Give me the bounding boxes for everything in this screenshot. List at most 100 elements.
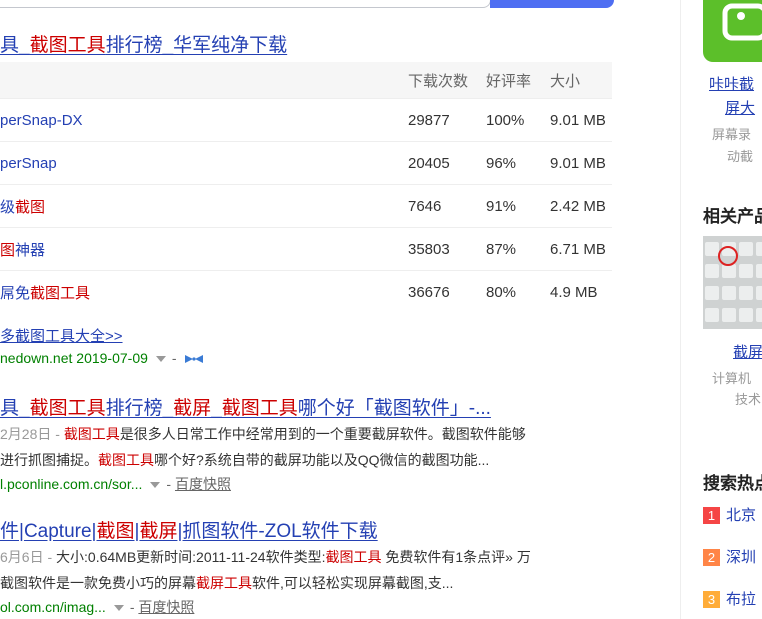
text-segment: 2月28日 -: [0, 426, 64, 442]
search-box-edge[interactable]: [0, 0, 491, 8]
highlighted-keyword: 图: [0, 241, 16, 259]
text-segment: 大小:0.64MB更新时间:2011-11-24软件类型:: [56, 549, 326, 565]
hot-search-item[interactable]: 2 深圳: [703, 546, 756, 567]
text-segment: 神器: [15, 241, 46, 259]
download-table: 下载次数 好评率 大小 perSnap-DX 29877 100% 9.01 MB pe…: [0, 62, 612, 313]
text-segment: Capture: [23, 521, 92, 542]
highlighted-keyword: 截图工具: [221, 398, 298, 419]
highlighted-keyword: 截图工具: [98, 452, 154, 468]
download-count: 35803: [408, 227, 486, 271]
hot-search-item[interactable]: 3 布拉: [703, 588, 756, 609]
hot-search-text: 北京: [726, 507, 757, 524]
text-segment: 软件,可以轻松实现屏幕截图,支...: [252, 575, 454, 591]
highlighted-keyword: 截图: [96, 521, 135, 542]
software-name-link[interactable]: 屌免截图工具: [0, 270, 408, 313]
software-name-link[interactable]: perSnap: [0, 141, 408, 185]
text-segment: 截图软件是一款免费小巧的屏幕: [0, 575, 196, 591]
result-3-url[interactable]: ol.com.cn/imag...: [0, 599, 106, 615]
text-segment: 件|: [0, 521, 24, 542]
kaka-app-icon[interactable]: [703, 0, 762, 62]
more-tools-link[interactable]: 多截图工具大全>>: [0, 325, 123, 346]
search-button[interactable]: [490, 0, 614, 8]
file-size: 4.9 MB: [550, 270, 612, 313]
result-2-title[interactable]: 具_截图工具排行榜_截屏_截图工具哪个好「截图软件」-...: [0, 393, 491, 420]
text-segment: 哪个好「截图软件」-...: [297, 398, 491, 419]
result-2-url[interactable]: l.pconline.com.cn/sor...: [0, 476, 142, 492]
result-2-abstract-line-2: 进行抓图捕捉。截图工具哪个好?系统自带的截屏功能以及QQ微信的截图功能...: [0, 450, 489, 470]
table-header-name: [0, 62, 408, 99]
result-1-source: nedown.net 2019-07-09 -: [0, 350, 204, 366]
sidebar-card-2-desc-2: 技术: [735, 392, 762, 407]
rating-value: 87%: [486, 227, 550, 271]
text-segment: perSnap-DX: [0, 111, 83, 129]
file-size: 6.71 MB: [550, 227, 612, 271]
table-row: 屌免截图工具 36676 80% 4.9 MB: [0, 270, 612, 313]
text-segment: 免费软件有1条点评» 万: [381, 549, 531, 565]
dropdown-arrow-icon[interactable]: [155, 355, 166, 362]
table-header-rating: 好评率: [486, 62, 550, 99]
software-name-link[interactable]: perSnap-DX: [0, 98, 408, 142]
sidebar-card-2-title[interactable]: 截屏: [733, 341, 762, 362]
hot-search-item[interactable]: 1 北京: [703, 504, 756, 525]
sidebar-card-1-desc-1: 屏幕录: [712, 127, 752, 142]
rating-value: 80%: [486, 270, 550, 313]
dropdown-arrow-icon[interactable]: [113, 604, 124, 611]
keyboard-thumbnail[interactable]: [703, 236, 762, 329]
snapshot-link[interactable]: 百度快照: [138, 599, 194, 615]
dropdown-arrow-icon[interactable]: [150, 481, 161, 488]
result-1-title[interactable]: 具_截图工具排行榜_华军纯净下载: [0, 30, 287, 57]
text-segment: perSnap: [0, 154, 57, 172]
download-count: 36676: [408, 270, 486, 313]
table-header-downloads: 下载次数: [408, 62, 486, 99]
highlighted-keyword: 截屏工具: [196, 575, 252, 591]
highlighted-keyword: 截图: [15, 198, 46, 216]
table-row: perSnap 20405 96% 9.01 MB: [0, 141, 612, 185]
rating-value: 91%: [486, 184, 550, 228]
highlighted-keyword: 截屏: [173, 398, 212, 419]
sidebar-card-1-title-1[interactable]: 咔咔截: [709, 73, 754, 94]
highlighted-keyword: 截图工具: [30, 284, 91, 302]
result-1-url[interactable]: nedown.net 2019-07-09: [0, 350, 148, 366]
text-segment: 排行榜_: [105, 398, 174, 419]
hot-search-text: 深圳: [726, 549, 757, 566]
rank-badge: 3: [703, 591, 720, 608]
snapshot-link[interactable]: 百度快照: [175, 476, 231, 492]
result-2-abstract-line-1: 2月28日 - 截图工具是很多人日常工作中经常用到的一个重要截屏软件。截图软件能…: [0, 424, 526, 444]
result-3-source: ol.com.cn/imag... - 百度快照: [0, 597, 194, 617]
text-segment: 是很多人日常工作中经常用到的一个重要截屏软件。截图软件能够: [119, 426, 526, 442]
text-segment: 哪个好?系统自带的截屏功能以及QQ微信的截图功能...: [154, 452, 490, 468]
download-count: 7646: [408, 184, 486, 228]
software-name-link[interactable]: 级截图: [0, 184, 408, 228]
highlighted-keyword: 截屏: [139, 521, 178, 542]
file-size: 9.01 MB: [550, 98, 612, 142]
rating-value: 96%: [486, 141, 550, 185]
result-3-title[interactable]: 件|Capture|截图|截屏|抓图软件-ZOL软件下载: [0, 516, 378, 543]
result-3-abstract-line-1: 6月6日 - 大小:0.64MB更新时间:2011-11-24软件类型:截图工具…: [0, 547, 531, 567]
highlighted-keyword: 截图工具: [29, 35, 106, 56]
rank-badge: 1: [703, 507, 720, 524]
text-segment: 具_: [0, 35, 30, 56]
text-segment: 具_: [0, 398, 30, 419]
download-count: 29877: [408, 98, 486, 142]
separator: -: [166, 476, 175, 492]
hot-search-text: 布拉: [726, 591, 757, 608]
bow-tie-icon[interactable]: [184, 354, 204, 364]
table-row: 图神器 35803 87% 6.71 MB: [0, 227, 612, 271]
sidebar-card-1-title-2[interactable]: 屏大: [725, 97, 755, 118]
separator: -: [171, 350, 177, 366]
result-3-abstract-line-2: 截图软件是一款免费小巧的屏幕截屏工具软件,可以轻松实现屏幕截图,支...: [0, 573, 453, 593]
sidebar-divider: [680, 0, 681, 619]
text-segment: 6月6日 -: [0, 549, 57, 565]
file-size: 2.42 MB: [550, 184, 612, 228]
highlighted-keyword: 截图工具: [325, 549, 382, 565]
highlighted-keyword: 截图工具: [29, 398, 106, 419]
text-segment: |抓图软件-ZOL软件下载: [177, 521, 378, 542]
text-segment: _: [211, 398, 222, 419]
text-segment: 屌免: [0, 284, 31, 302]
rating-value: 100%: [486, 98, 550, 142]
hot-search-heading: 搜索热点: [703, 474, 762, 493]
software-name-link[interactable]: 图神器: [0, 227, 408, 271]
text-segment: 级: [0, 198, 16, 216]
highlighted-keyword: 截图工具: [63, 426, 120, 442]
table-header-size: 大小: [550, 62, 612, 99]
